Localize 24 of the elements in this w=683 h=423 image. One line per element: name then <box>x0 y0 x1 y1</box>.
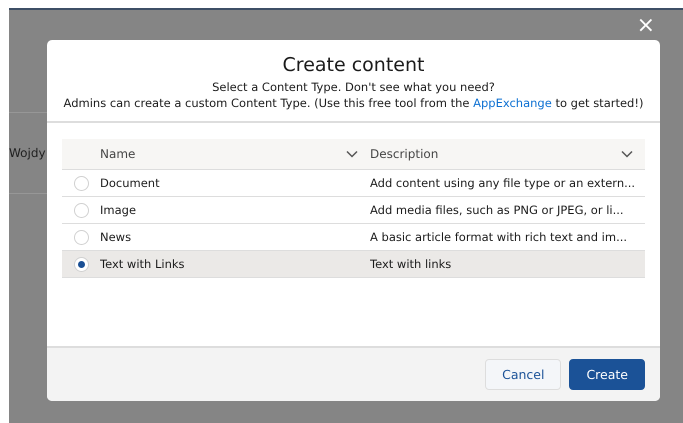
table-cell: A basic article format with rich text and im... <box>370 230 628 244</box>
create-button[interactable]: Create <box>569 359 645 390</box>
column-header[interactable]: Name <box>100 139 370 169</box>
table-cell: Text with Links <box>100 257 185 271</box>
table-cell: Add media files, such as PNG or JPEG, or li... <box>370 203 624 217</box>
column-header[interactable]: Description <box>370 139 645 169</box>
radio-button[interactable] <box>74 256 88 272</box>
radio-button[interactable] <box>74 176 88 190</box>
chevron-down-icon <box>346 150 358 158</box>
modal-title: Create content <box>282 54 426 76</box>
radio-button[interactable] <box>74 202 88 218</box>
table-cell: Document <box>100 176 160 190</box>
subtitle-text: Select a Content Type. Don't see what you need? <box>211 80 496 94</box>
table-cell: Image <box>100 203 136 217</box>
close-button[interactable]: × <box>632 14 659 38</box>
appexchange-link[interactable]: AppExchange <box>473 96 552 110</box>
help-text: Admins can create a custom Content Type. (Use this free tool from the AppExchange to get started!) <box>62 96 644 110</box>
table-cell: Text with links <box>370 257 452 271</box>
chevron-down-icon <box>621 150 633 158</box>
table-cell: Add content using any file type or an extern... <box>370 176 636 190</box>
background-text: Wojdy <box>9 146 46 160</box>
table-cell: News <box>100 230 132 244</box>
radio-button[interactable] <box>74 230 88 244</box>
cancel-button[interactable]: Cancel <box>485 359 562 390</box>
